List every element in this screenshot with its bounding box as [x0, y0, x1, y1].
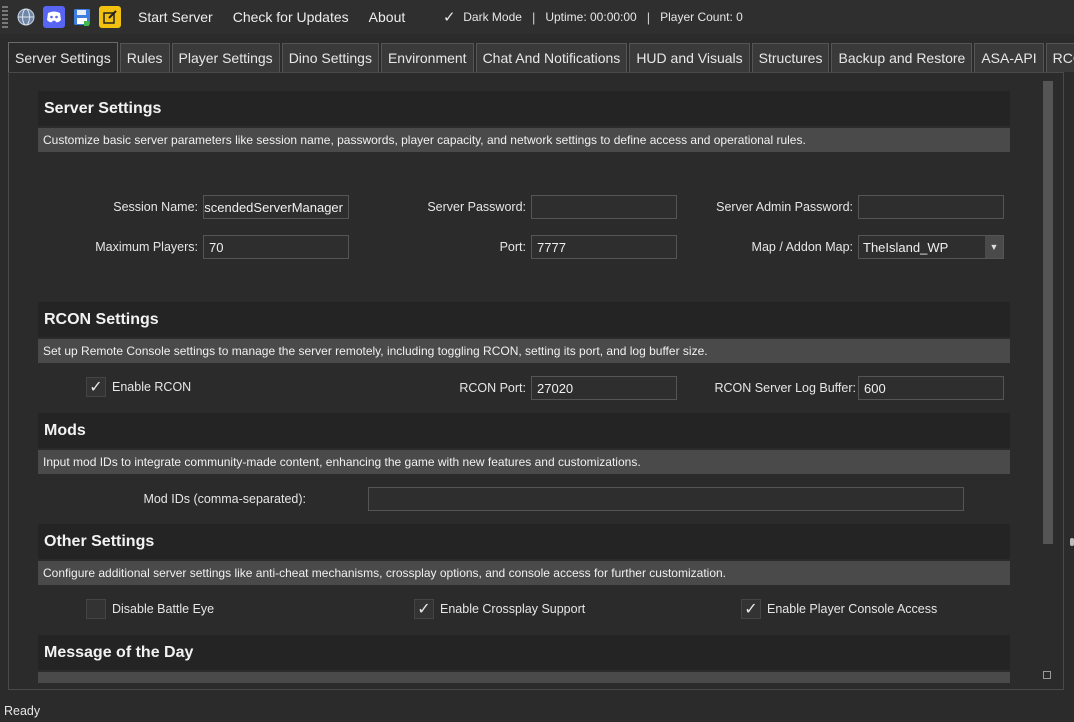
enable-rcon-label: Enable RCON	[112, 380, 192, 394]
toolbar-separator: |	[646, 9, 651, 25]
check-icon: ✓	[741, 599, 761, 619]
tab-server-settings[interactable]: Server Settings	[8, 42, 118, 72]
checkbox-empty	[86, 599, 106, 619]
section-desc-server-settings: Customize basic server parameters like s…	[38, 128, 1010, 152]
dark-mode-label: Dark Mode	[463, 10, 522, 24]
section-desc-other: Configure additional server settings lik…	[38, 561, 1010, 585]
save-icon[interactable]	[71, 6, 93, 28]
vertical-scrollbar[interactable]	[1043, 81, 1053, 681]
discord-icon[interactable]	[43, 6, 65, 28]
settings-panel: Server Settings Customize basic server p…	[8, 72, 1064, 690]
port-label: Port:	[499, 240, 526, 254]
map-select[interactable]: TheIsland_WP ▼	[858, 235, 1004, 259]
tab-bar: Server Settings Rules Player Settings Di…	[8, 42, 1074, 72]
section-desc-rcon: Set up Remote Console settings to manage…	[38, 339, 1010, 363]
edit-icon[interactable]	[99, 6, 121, 28]
enable-rcon-checkbox[interactable]: ✓ Enable RCON	[86, 377, 191, 397]
rcon-log-buffer-label: RCON Server Log Buffer:	[714, 381, 857, 395]
about-button[interactable]: About	[359, 9, 416, 25]
tab-player-settings[interactable]: Player Settings	[171, 43, 280, 72]
tab-structures[interactable]: Structures	[751, 43, 830, 72]
max-players-label: Maximum Players:	[95, 240, 198, 254]
max-players-input[interactable]: 70	[203, 235, 349, 259]
session-name-input[interactable]: AscendedServerManager	[203, 195, 349, 219]
section-desc-mods: Input mod IDs to integrate community-mad…	[38, 450, 1010, 474]
player-count-label: Player Count: 0	[660, 10, 743, 24]
status-bar: Ready	[0, 704, 1074, 722]
section-desc-motd	[38, 672, 1010, 683]
player-console-label: Enable Player Console Access	[767, 602, 938, 616]
tab-chat-notifications[interactable]: Chat And Notifications	[475, 43, 628, 72]
resize-handle[interactable]	[1043, 671, 1051, 679]
check-icon: ✓	[86, 377, 106, 397]
section-title-rcon: RCON Settings	[38, 302, 1010, 337]
crossplay-label: Enable Crossplay Support	[440, 602, 586, 616]
splitter-handle[interactable]	[1070, 538, 1074, 546]
toolbar-grip[interactable]	[2, 6, 8, 28]
toolbar: Start Server Check for Updates About ✓ D…	[0, 0, 1074, 34]
section-title-motd: Message of the Day	[38, 635, 1010, 670]
map-label: Map / Addon Map:	[751, 240, 853, 254]
disable-battleye-label: Disable Battle Eye	[112, 602, 215, 616]
toolbar-separator: |	[531, 9, 536, 25]
status-text: Ready	[4, 704, 41, 718]
rcon-port-label: RCON Port:	[459, 381, 526, 395]
player-console-checkbox[interactable]: ✓ Enable Player Console Access	[741, 599, 937, 619]
rcon-log-buffer-input[interactable]: 600	[858, 376, 1004, 400]
tab-rcon[interactable]: RCON	[1045, 43, 1074, 72]
tab-dino-settings[interactable]: Dino Settings	[281, 43, 379, 72]
rcon-port-input[interactable]: 27020	[531, 376, 677, 400]
admin-password-input[interactable]	[858, 195, 1004, 219]
tab-asa-api[interactable]: ASA-API	[974, 43, 1044, 72]
settings-scroll-area: Server Settings Customize basic server p…	[18, 81, 1048, 683]
crossplay-checkbox[interactable]: ✓ Enable Crossplay Support	[414, 599, 585, 619]
server-password-input[interactable]	[531, 195, 677, 219]
start-server-button[interactable]: Start Server	[124, 9, 223, 25]
section-title-mods: Mods	[38, 413, 1010, 448]
mod-ids-input[interactable]	[368, 487, 964, 511]
admin-password-label: Server Admin Password:	[716, 200, 853, 214]
server-password-label: Server Password:	[427, 200, 526, 214]
uptime-label: Uptime: 00:00:00	[545, 10, 637, 24]
port-input[interactable]: 7777	[531, 235, 677, 259]
check-updates-button[interactable]: Check for Updates	[223, 9, 359, 25]
tab-backup-restore[interactable]: Backup and Restore	[831, 43, 973, 72]
mod-ids-label: Mod IDs (comma-separated):	[143, 492, 306, 506]
section-title-other: Other Settings	[38, 524, 1010, 559]
tab-environment[interactable]: Environment	[380, 43, 474, 72]
tab-hud-visuals[interactable]: HUD and Visuals	[629, 43, 750, 72]
check-icon: ✓	[442, 9, 456, 26]
tab-rules[interactable]: Rules	[119, 43, 170, 72]
section-title-server-settings: Server Settings	[38, 91, 1010, 126]
session-name-label: Session Name:	[113, 200, 198, 214]
chevron-down-icon[interactable]: ▼	[985, 236, 1003, 258]
disable-battleye-checkbox[interactable]: Disable Battle Eye	[86, 599, 214, 619]
dark-mode-toggle[interactable]: ✓ Dark Mode	[435, 9, 526, 26]
scrollbar-thumb[interactable]	[1043, 81, 1053, 544]
globe-icon[interactable]	[15, 6, 37, 28]
map-select-value: TheIsland_WP	[863, 239, 949, 255]
check-icon: ✓	[414, 599, 434, 619]
